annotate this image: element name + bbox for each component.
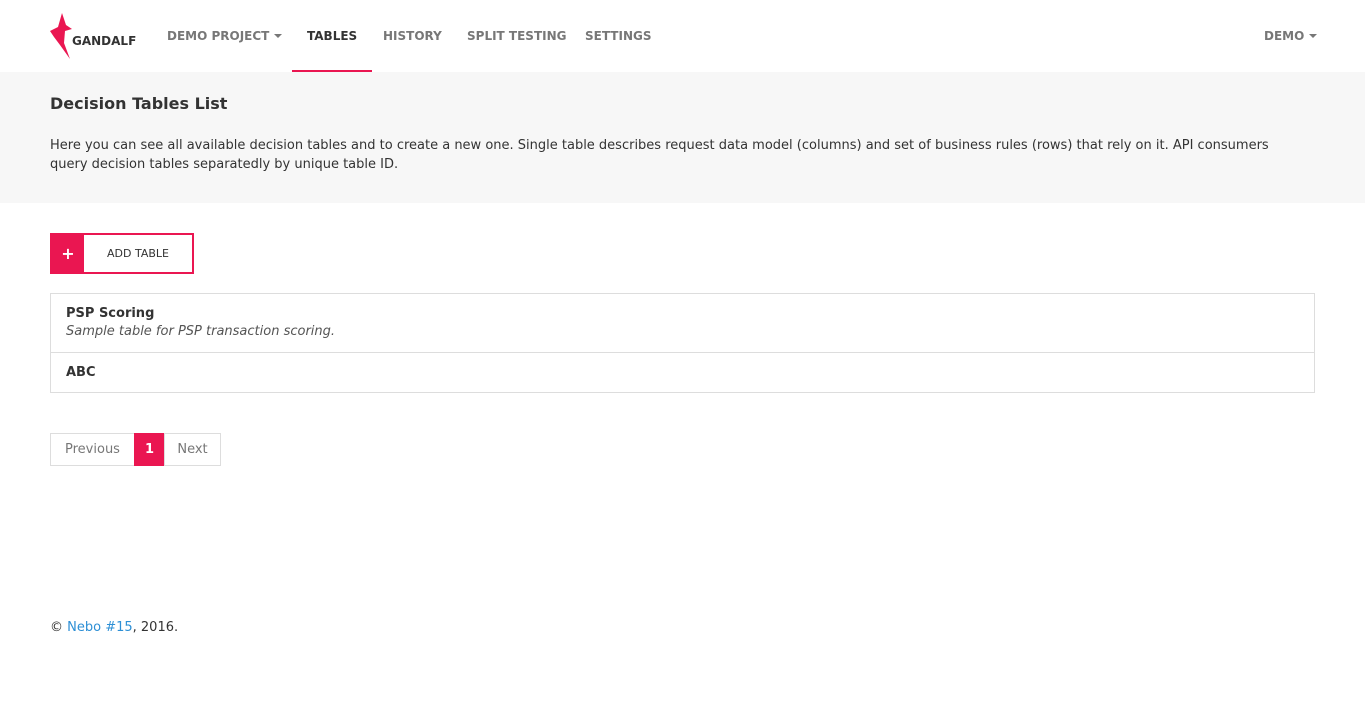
copyright-symbol: ©	[50, 620, 63, 635]
page-title: Decision Tables List	[50, 94, 228, 113]
nav-history[interactable]: HISTORY	[383, 0, 442, 72]
nav-split-testing-label: SPLIT TESTING	[467, 29, 567, 43]
list-item[interactable]: PSP Scoring Sample table for PSP transac…	[51, 294, 1314, 353]
footer-year: , 2016.	[132, 620, 179, 635]
nav-user-dropdown[interactable]: DEMO	[1264, 0, 1318, 72]
caret-down-icon	[274, 34, 283, 38]
nav-tables-label: TABLES	[307, 29, 358, 43]
top-navbar: GANDALF DEMO PROJECT TABLES HISTORY SPLI…	[0, 0, 1365, 72]
footer: © Nebo #15, 2016.	[50, 620, 178, 635]
brand[interactable]: GANDALF	[50, 12, 136, 60]
pagination-page-1[interactable]: 1	[134, 433, 165, 466]
footer-link[interactable]: Nebo #15	[67, 620, 133, 635]
nav-split-testing[interactable]: SPLIT TESTING	[467, 0, 566, 72]
decision-tables-list: PSP Scoring Sample table for PSP transac…	[50, 293, 1315, 393]
nav-history-label: HISTORY	[383, 29, 442, 43]
pagination-next[interactable]: Next	[164, 433, 221, 466]
caret-down-icon	[1309, 34, 1318, 38]
nav-project-label: DEMO PROJECT	[167, 29, 270, 43]
nav-user-label: DEMO	[1264, 29, 1305, 43]
pagination-previous[interactable]: Previous	[50, 433, 135, 466]
add-table-button[interactable]: + ADD TABLE	[50, 233, 194, 274]
table-title: ABC	[66, 365, 96, 380]
table-description: Sample table for PSP transaction scoring…	[66, 324, 336, 339]
brand-name: GANDALF	[72, 34, 137, 48]
list-item[interactable]: ABC	[51, 353, 1314, 392]
nav-settings-label: SETTINGS	[585, 29, 652, 43]
add-table-label: ADD TABLE	[107, 247, 169, 260]
page-description: Here you can see all available decision …	[50, 138, 1269, 172]
nav-tables[interactable]: TABLES	[291, 0, 373, 72]
nav-settings[interactable]: SETTINGS	[585, 0, 652, 72]
plus-icon: +	[52, 235, 84, 272]
pagination: Previous 1 Next	[50, 433, 221, 466]
nav-project-dropdown[interactable]: DEMO PROJECT	[167, 0, 283, 72]
table-title: PSP Scoring	[66, 306, 155, 321]
